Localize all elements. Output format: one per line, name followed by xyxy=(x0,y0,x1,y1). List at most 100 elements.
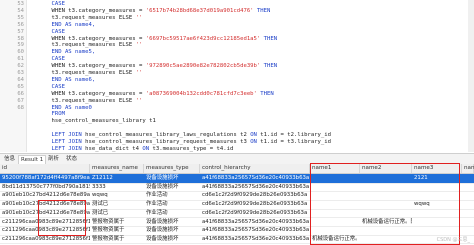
code-token: END AS name4, xyxy=(38,21,96,28)
code-token: THEN xyxy=(260,35,278,42)
code-token: hse_control_measures_library t1 xyxy=(38,118,156,125)
table-cell[interactable] xyxy=(462,209,474,218)
tab-info[interactable]: 信息 xyxy=(4,155,15,163)
code-token: END AS name5, xyxy=(38,49,96,56)
code-token: t3.request_measures ELSE xyxy=(38,42,136,49)
table-cell[interactable]: cd6e1c2f2d9f0929de28b26e0933b63a xyxy=(200,191,310,200)
line-number: 53 xyxy=(17,1,24,7)
table-cell[interactable]: 设备设施损坏 xyxy=(144,174,200,183)
code-token: THEN xyxy=(256,90,274,97)
table-cell[interactable]: a41f68833a25657Sd36e20c40933b63a xyxy=(200,226,310,235)
table-cell[interactable]: 警报物资属于 xyxy=(90,235,144,244)
table-cell[interactable] xyxy=(462,191,474,200)
table-cell[interactable]: a41f68833a25657Sd36e20c40933b63a xyxy=(200,174,310,183)
table-cell[interactable]: 警报物资属于 xyxy=(90,218,144,227)
code-token: '6517b74b28bd68e37d019a901cd476' xyxy=(145,7,254,14)
table-cell[interactable] xyxy=(462,183,474,192)
code-token: hse_control_measures_library_laws_regula… xyxy=(85,132,251,139)
table-cell[interactable]: 设备设施损坏 xyxy=(144,235,200,244)
code-token: LEFT JOIN xyxy=(38,132,86,139)
tab-profile[interactable]: 剖析 xyxy=(48,155,59,163)
column-header-id[interactable]: id xyxy=(0,164,90,173)
table-cell[interactable]: 作业活动 xyxy=(144,200,200,209)
table-cell[interactable]: 设备设施损坏 xyxy=(144,218,200,227)
code-token: t1.id = t2.library_id xyxy=(256,132,332,139)
line-number: 68 xyxy=(17,104,24,111)
line-number: 57 xyxy=(17,28,24,35)
table-cell[interactable]: Z12112 xyxy=(90,174,144,183)
line-number: 67 xyxy=(17,97,24,104)
line-number: 55 xyxy=(17,14,24,21)
editor-scrollbar[interactable] xyxy=(468,0,474,152)
code-token: WHEN t3.category_measures = xyxy=(38,90,146,97)
code-token: '' xyxy=(135,42,143,49)
table-cell[interactable]: 警报物资属于 xyxy=(90,226,144,235)
column-header-measures-name[interactable]: measures_name xyxy=(90,164,144,173)
line-number: 59 xyxy=(17,42,24,49)
table-cell[interactable]: 测试已 xyxy=(90,209,144,218)
line-number: 63 xyxy=(17,70,24,76)
code-token: LEFT JOIN xyxy=(38,145,86,152)
code-line: END AS name5, xyxy=(38,49,95,56)
line-number-gutter: 53 54 55 56 57 58 59 60 61 62 63 64 65 66 67 68 xyxy=(0,0,27,152)
code-token: CASE xyxy=(38,83,65,90)
code-token: WHEN t3.category_measures = xyxy=(38,35,146,42)
line-number: 61 xyxy=(17,56,24,63)
table-cell[interactable]: 3333 xyxy=(90,183,144,192)
code-token: hse_data_dict t4 xyxy=(85,145,143,152)
code-line: LEFT JOIN hse_data_dict t4 ON t3.measure… xyxy=(38,146,233,153)
line-number: 60 xyxy=(17,49,24,56)
table-cell[interactable]: 设备设施损坏 xyxy=(144,226,200,235)
line-number: 65 xyxy=(17,83,24,90)
line-number: 62 xyxy=(17,63,24,70)
code-line: hse_control_measures_library t1 xyxy=(38,118,156,125)
tab-result-1[interactable]: Result 1 xyxy=(18,155,47,164)
code-line: WHEN t3.category_measures = '972890c5ae2… xyxy=(38,63,277,70)
line-number: 66 xyxy=(17,90,24,97)
result-grid[interactable]: id measures_name measures_type control_hier… xyxy=(0,163,474,245)
code-token: CASE xyxy=(38,1,65,7)
table-cell[interactable]: 设备设施损坏 xyxy=(144,183,200,192)
line-number: 58 xyxy=(17,35,24,42)
table-cell[interactable]: cd6e1c2f2d9f0929de28b26e0933b63a xyxy=(200,209,310,218)
code-token: FROM xyxy=(38,111,65,118)
code-token: ON xyxy=(250,139,257,145)
column-header-control-hierarchy[interactable]: control_hierarchy xyxy=(200,164,310,173)
table-cell[interactable] xyxy=(462,174,474,183)
table-cell[interactable]: cd6e1c2f2d9f0929de28b26e0933b63a xyxy=(200,200,310,209)
column-header-nan[interactable]: nan xyxy=(462,164,474,173)
table-cell[interactable]: 95200f788af172d4ff4497a8f9ea8830 xyxy=(0,174,90,183)
table-cell[interactable]: 作业活动 xyxy=(144,209,200,218)
code-token: '' xyxy=(135,97,143,104)
code-line: CASE xyxy=(38,83,65,91)
code-token: END AS name6, xyxy=(38,76,96,83)
code-line: t3.request_measures ELSE '' xyxy=(38,98,142,105)
table-cell[interactable]: a41f68833a25657Sd36e20c40933b63a xyxy=(200,218,310,227)
table-cell[interactable]: 测试已 xyxy=(90,200,144,209)
table-cell[interactable]: a901eb10c27bd4212d6e78e89a76e8 xyxy=(0,191,90,200)
code-token: t3.request_measures ELSE xyxy=(38,14,136,21)
table-cell[interactable]: 8bd11d13750c777f0bd790a18151252 xyxy=(0,183,90,192)
code-line: t3.request_measures ELSE '' xyxy=(38,70,142,77)
table-cell[interactable]: wqwq xyxy=(90,191,144,200)
code-token: CASE xyxy=(38,56,65,63)
table-cell[interactable] xyxy=(462,200,474,209)
code-token: WHEN t3.category_measures = xyxy=(38,63,146,70)
table-cell[interactable]: a41f68833a25657Sd36e20c40933b63a xyxy=(200,235,310,244)
code-token: ON xyxy=(250,132,257,139)
code-line: WHEN t3.category_measures = '6517b74b28b… xyxy=(38,8,270,15)
sql-editor[interactable]: 53 54 55 56 57 58 59 60 61 62 63 64 65 66 67 68 CASE WH… xyxy=(0,0,474,152)
table-cell[interactable]: 作业活动 xyxy=(144,191,200,200)
line-number: 56 xyxy=(17,21,24,28)
table-cell[interactable] xyxy=(462,218,474,227)
code-token: t1.id = t3.library_id xyxy=(256,139,332,145)
table-cell[interactable]: a41f68833a25657Sd36e20c40933b63a xyxy=(200,183,310,192)
table-cell[interactable]: c211296caa0983c89e2712856f1 xyxy=(0,235,90,244)
code-line: WHEN t3.category_measures = 'a087369004b… xyxy=(38,90,274,98)
column-header-measures-type[interactable]: measures_type xyxy=(144,164,200,173)
code-token: '972890c5ae2890e82e782802cb5de39b' xyxy=(145,63,261,70)
code-token: 'a087369004b132cdd0c781cfd7c3eeb' xyxy=(145,90,257,97)
table-cell[interactable] xyxy=(462,226,474,235)
line-number: 54 xyxy=(17,7,24,14)
tab-status[interactable]: 状态 xyxy=(66,155,77,163)
